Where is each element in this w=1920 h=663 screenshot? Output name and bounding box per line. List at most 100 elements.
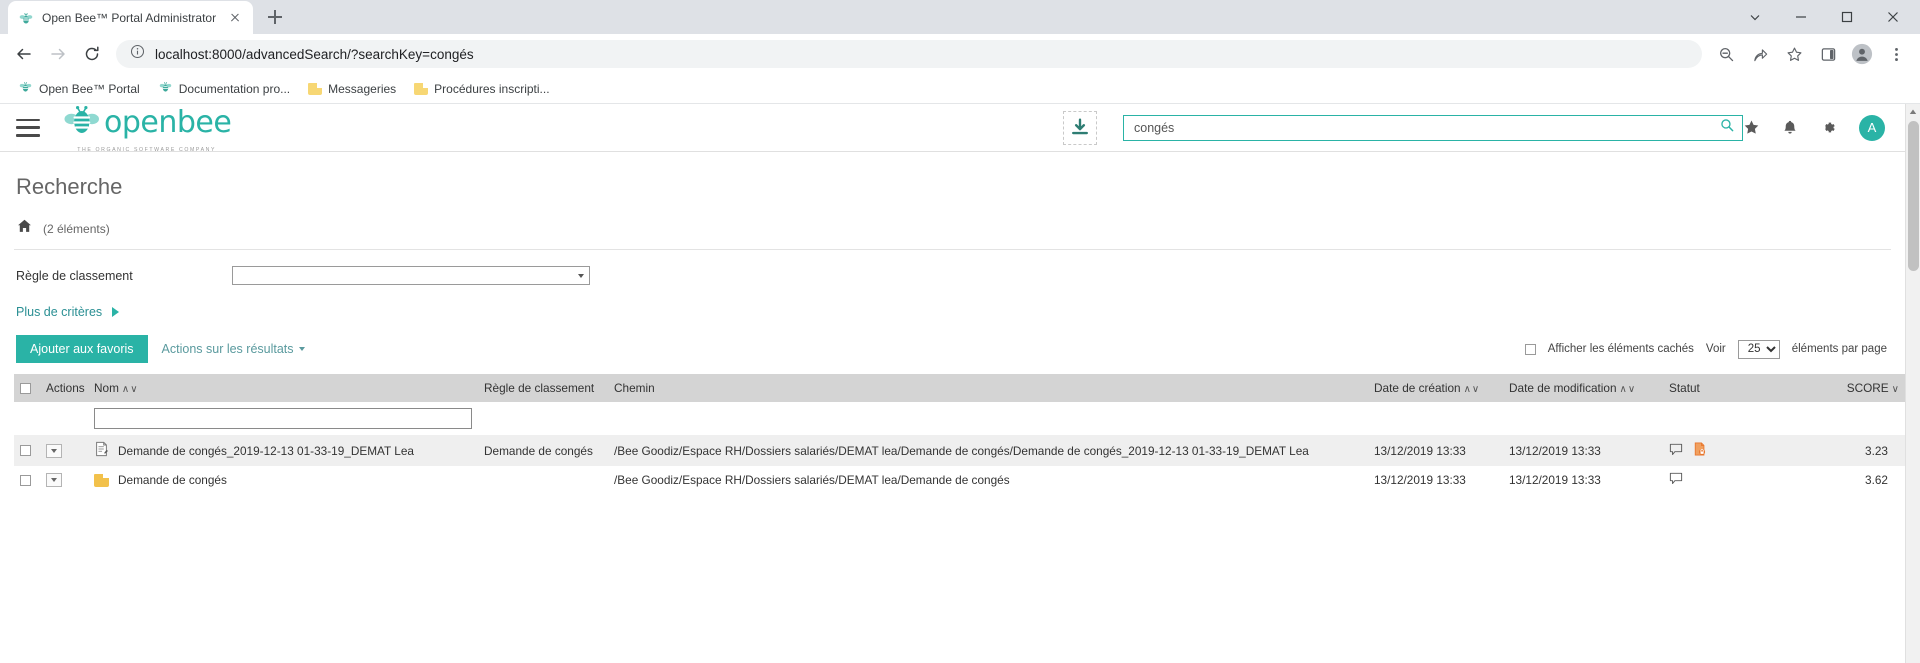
bookmark-folder-messageries[interactable]: Messageries	[300, 79, 404, 99]
row-score-cell: 3.62	[1865, 473, 1888, 487]
comment-icon[interactable]	[1669, 472, 1683, 488]
locked-document-icon[interactable]	[1693, 442, 1706, 459]
show-hidden-label: Afficher les éléments cachés	[1547, 343, 1694, 355]
portal-search-box[interactable]	[1123, 114, 1743, 141]
row-checkbox[interactable]	[20, 445, 31, 456]
logo-tagline: THE ORGANIC SOFTWARE COMPANY	[77, 146, 217, 153]
filter-cell-empty-6	[1503, 402, 1663, 435]
classification-rule-select[interactable]	[232, 266, 590, 285]
favorites-star-icon[interactable]	[1743, 119, 1760, 136]
search-input[interactable]	[1132, 119, 1720, 136]
sort-toggle-score[interactable]: ∨	[1892, 384, 1900, 395]
per-page-select[interactable]: 25	[1737, 339, 1780, 359]
maximize-icon[interactable]	[1824, 0, 1870, 34]
divider	[14, 249, 1891, 250]
logo-wordmark: openbee	[104, 105, 232, 140]
th-date-creation[interactable]: Date de création ∧∨	[1368, 374, 1503, 402]
bookmark-label: Open Bee™ Portal	[39, 81, 140, 96]
th-chemin: Chemin	[608, 374, 1368, 402]
reload-icon[interactable]	[76, 38, 108, 70]
more-criteria-toggle[interactable]: Plus de critères	[14, 305, 1891, 319]
minimize-icon[interactable]	[1778, 0, 1824, 34]
th-nom[interactable]: Nom ∧∨	[88, 374, 478, 402]
results-actions-dropdown[interactable]: Actions sur les résultats	[162, 342, 305, 356]
action-bar-right: Afficher les éléments cachés Voir 25 élé…	[1524, 339, 1891, 359]
sort-toggle-creation[interactable]: ∧∨	[1464, 384, 1481, 395]
sort-toggle-nom[interactable]: ∧∨	[122, 384, 139, 395]
sort-toggle-modification[interactable]: ∧∨	[1620, 384, 1637, 395]
filter-cell-empty-7	[1663, 402, 1813, 435]
select-all-checkbox[interactable]	[20, 382, 31, 394]
results-actions-label: Actions sur les résultats	[161, 342, 294, 356]
folder-icon	[308, 82, 323, 95]
forward-arrow-icon[interactable]	[42, 38, 74, 70]
row-statut-cell	[1663, 466, 1813, 494]
new-tab-button[interactable]	[261, 3, 289, 31]
bee-icon	[158, 79, 173, 99]
th-select-all	[14, 374, 40, 402]
th-score[interactable]: SCORE ∨	[1813, 374, 1905, 402]
element-count: (2 éléments)	[43, 221, 110, 236]
home-icon[interactable]	[16, 218, 33, 239]
bookmark-folder-procedures[interactable]: Procédures inscripti...	[406, 79, 557, 99]
bookmark-star-icon[interactable]	[1778, 38, 1810, 70]
criteria-label: Règle de classement	[16, 268, 133, 283]
bookmark-label: Procédures inscripti...	[434, 81, 550, 96]
sidepanel-icon[interactable]	[1812, 38, 1844, 70]
share-icon[interactable]	[1744, 38, 1776, 70]
th-creation-label: Date de création	[1374, 381, 1461, 395]
th-actions: Actions	[40, 374, 88, 402]
th-statut: Statut	[1663, 374, 1813, 402]
back-arrow-icon[interactable]	[8, 38, 40, 70]
scrollbar-thumb[interactable]	[1907, 121, 1919, 271]
name-filter-input[interactable]	[94, 408, 472, 429]
row-checkbox[interactable]	[20, 474, 31, 486]
page-title: Recherche	[16, 174, 123, 199]
hamburger-menu-icon[interactable]	[16, 118, 40, 137]
th-date-modification[interactable]: Date de modification ∧∨	[1503, 374, 1663, 402]
table-filter-row	[14, 402, 1905, 435]
bookmark-label: Documentation pro...	[178, 81, 291, 96]
row-modification-cell: 13/12/2019 13:33	[1503, 435, 1663, 466]
th-score-label: SCORE	[1846, 381, 1889, 395]
browser-tab[interactable]: Open Bee™ Portal Administrator	[8, 1, 253, 34]
comment-icon[interactable]	[1669, 443, 1683, 459]
close-icon[interactable]	[227, 10, 243, 26]
row-creation-cell: 13/12/2019 13:33	[1368, 435, 1503, 466]
scroll-up-arrow-icon[interactable]	[1906, 104, 1920, 119]
info-circle-icon[interactable]	[130, 44, 145, 64]
filter-cell-nom	[88, 402, 478, 435]
bee-icon	[18, 10, 34, 26]
bookmark-label: Messageries	[328, 81, 397, 96]
search-icon[interactable]	[1720, 118, 1734, 137]
chevron-down-icon[interactable]	[1732, 0, 1778, 34]
header-action-icons: A	[1743, 114, 1889, 141]
avatar[interactable]: A	[1859, 114, 1885, 141]
table-row[interactable]: Demande de congés /Bee Goodiz/Espace RH/…	[14, 466, 1905, 494]
zoom-out-icon[interactable]	[1710, 38, 1742, 70]
th-nom-label: Nom	[94, 381, 119, 395]
browser-toolbar-icons	[1710, 38, 1912, 70]
row-menu-button[interactable]	[46, 473, 62, 487]
page-scrollbar[interactable]	[1905, 104, 1920, 663]
profile-icon[interactable]	[1846, 38, 1878, 70]
bookmark-item-open-bee-portal[interactable]: Open Bee™ Portal	[10, 76, 148, 102]
more-menu-icon[interactable]	[1880, 38, 1912, 70]
openbee-logo[interactable]: openbee THE ORGANIC SOFTWARE COMPANY	[62, 104, 232, 153]
browser-window: Open Bee™ Portal Administrator localhost…	[0, 0, 1920, 663]
row-actions-cell	[40, 435, 88, 466]
row-chemin-cell: /Bee Goodiz/Espace RH/Dossiers salariés/…	[614, 473, 1010, 487]
close-window-icon[interactable]	[1870, 0, 1916, 34]
row-regle-cell: Demande de congés	[478, 435, 608, 466]
show-hidden-checkbox[interactable]	[1524, 343, 1536, 355]
row-menu-button[interactable]	[46, 443, 62, 458]
window-controls	[1732, 0, 1920, 34]
web-page: openbee THE ORGANIC SOFTWARE COMPANY con…	[0, 104, 1905, 663]
add-favorites-button[interactable]: Ajouter aux favoris	[16, 335, 148, 363]
table-row[interactable]: Demande de congés_2019-12-13 01-33-19_DE…	[14, 435, 1905, 466]
notifications-bell-icon[interactable]	[1782, 119, 1798, 136]
settings-gear-icon[interactable]	[1820, 119, 1837, 136]
address-bar[interactable]: localhost:8000/advancedSearch/?searchKey…	[116, 40, 1702, 68]
download-icon[interactable]	[1063, 110, 1097, 145]
bookmark-item-documentation[interactable]: Documentation pro...	[150, 76, 298, 102]
